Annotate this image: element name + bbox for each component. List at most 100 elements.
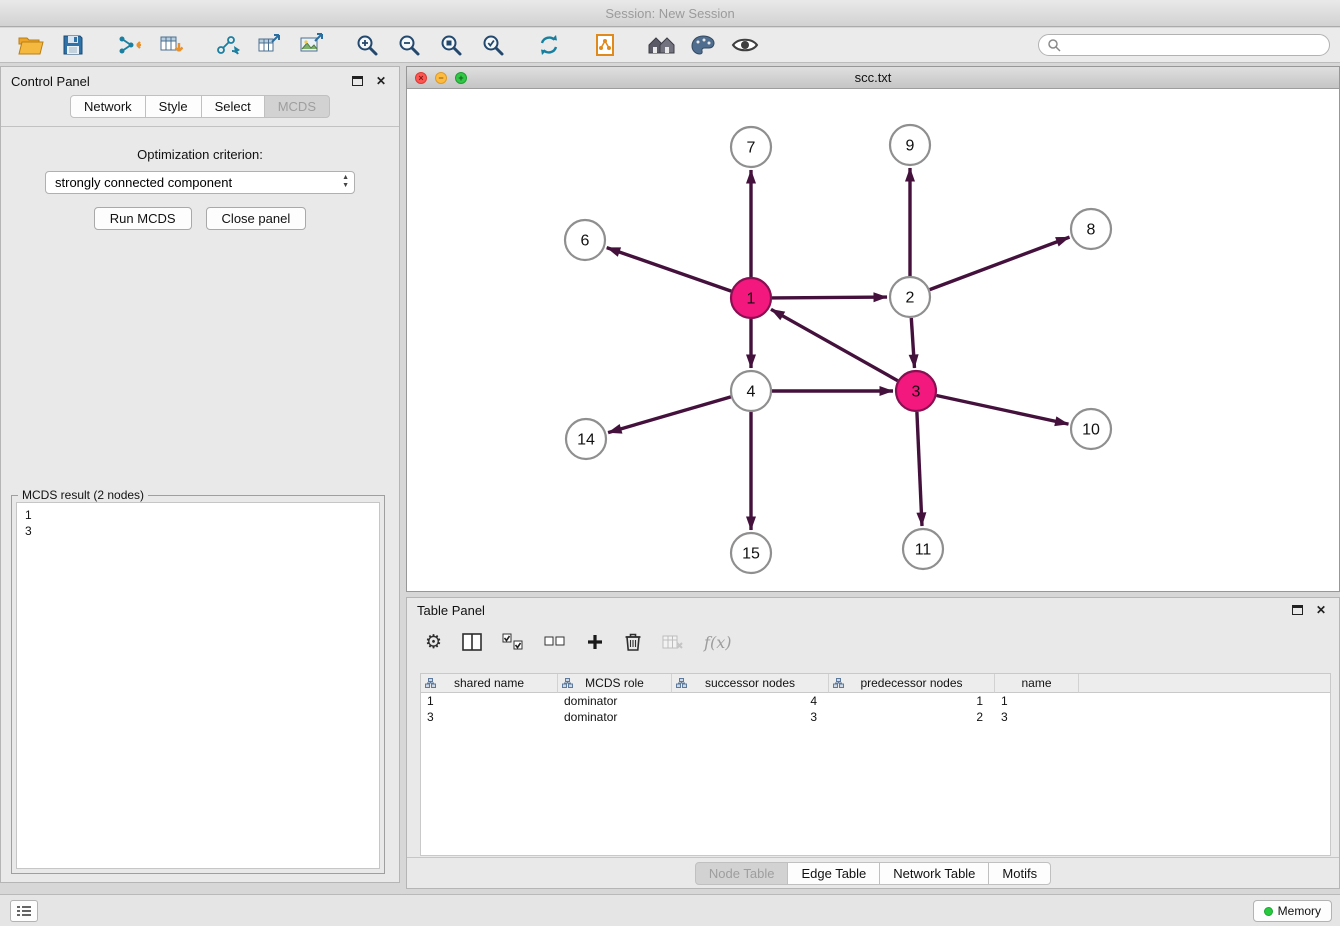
memory-button[interactable]: Memory <box>1253 900 1332 922</box>
column-header-label: name <box>1021 676 1051 690</box>
table-cell: 3 <box>672 709 829 725</box>
network-edge[interactable] <box>772 297 887 298</box>
delete-column-button[interactable] <box>624 632 642 652</box>
network-edge[interactable] <box>937 396 1069 425</box>
table-settings-button[interactable]: ⚙ <box>425 631 442 653</box>
zoom-selected-icon <box>481 33 505 57</box>
window-titlebar: Session: New Session <box>0 0 1340 27</box>
zoom-out-button[interactable] <box>388 30 430 60</box>
trash-icon <box>624 632 642 652</box>
first-neighbors-button[interactable] <box>584 30 626 60</box>
import-table-button[interactable] <box>150 30 192 60</box>
table-panel: Table Panel ✕ ⚙ <box>406 597 1340 889</box>
table-cell: 1 <box>421 693 558 709</box>
network-canvas[interactable]: 7968124314101511 <box>407 89 1339 591</box>
float-table-panel-icon[interactable] <box>1289 602 1305 618</box>
main-toolbar <box>0 28 1340 63</box>
save-session-button[interactable] <box>52 30 94 60</box>
select-all-columns-button[interactable] <box>502 633 524 651</box>
network-node-label: 9 <box>906 138 915 155</box>
network-node-label: 15 <box>742 546 760 563</box>
zoom-selected-button[interactable] <box>472 30 514 60</box>
tab-mcds[interactable]: MCDS <box>264 95 330 118</box>
network-edge[interactable] <box>608 397 731 433</box>
import-network-button[interactable] <box>108 30 150 60</box>
create-column-button[interactable] <box>586 633 604 651</box>
window-title: Session: New Session <box>605 6 734 21</box>
network-node-label: 8 <box>1087 222 1096 239</box>
network-window-titlebar[interactable]: × − + scc.txt <box>407 67 1339 89</box>
zoom-fit-icon <box>439 33 463 57</box>
column-header-predecessor-nodes[interactable]: predecessor nodes <box>829 674 995 693</box>
network-overview-button[interactable] <box>640 30 682 60</box>
network-view-window: × − + scc.txt 7968124314101511 <box>406 66 1340 592</box>
float-window-icon <box>352 76 363 86</box>
column-header-mcds-role[interactable]: MCDS role <box>558 674 672 693</box>
column-header-successor-nodes[interactable]: successor nodes <box>672 674 829 693</box>
apply-layout-button[interactable] <box>528 30 570 60</box>
table-row[interactable]: 1dominator411 <box>421 693 1330 709</box>
export-table-button[interactable] <box>248 30 290 60</box>
float-panel-icon[interactable] <box>349 73 365 89</box>
table-panel-title: Table Panel <box>417 603 485 618</box>
zoom-out-icon <box>397 33 421 57</box>
table-cell: 3 <box>421 709 558 725</box>
tab-select[interactable]: Select <box>201 95 265 118</box>
run-mcds-button[interactable]: Run MCDS <box>94 207 192 230</box>
plus-icon <box>586 633 604 651</box>
network-window-title: scc.txt <box>855 70 892 85</box>
graphics-details-button[interactable] <box>724 30 766 60</box>
close-table-panel-icon[interactable]: ✕ <box>1313 602 1329 618</box>
deselect-all-columns-button[interactable] <box>544 633 566 651</box>
network-edge[interactable] <box>917 412 922 526</box>
show-panel-button[interactable] <box>10 900 38 922</box>
tab-network-table[interactable]: Network Table <box>879 862 989 885</box>
network-node-label: 11 <box>915 542 932 559</box>
mcds-result-title: MCDS result (2 nodes) <box>18 488 148 502</box>
table-tabs: Node Table Edge Table Network Table Moti… <box>407 857 1339 888</box>
export-image-button[interactable] <box>290 30 332 60</box>
table-cell: 1 <box>829 693 995 709</box>
search-box[interactable] <box>1038 34 1330 56</box>
network-node-label: 3 <box>912 384 921 401</box>
search-input[interactable] <box>1061 38 1321 53</box>
column-header-name[interactable]: name <box>995 674 1079 693</box>
close-window-icon[interactable]: × <box>415 72 427 84</box>
close-panel-icon[interactable]: ✕ <box>373 73 389 89</box>
open-session-button[interactable] <box>10 30 52 60</box>
table-row[interactable]: 3dominator323 <box>421 709 1330 725</box>
maximize-window-icon[interactable]: + <box>455 72 467 84</box>
zoom-in-button[interactable] <box>346 30 388 60</box>
function-builder-button[interactable]: f(x) <box>704 633 731 652</box>
network-edge[interactable] <box>911 318 914 368</box>
refresh-icon <box>537 33 561 57</box>
network-edge[interactable] <box>771 309 898 380</box>
minimize-window-icon[interactable]: − <box>435 72 447 84</box>
show-columns-button[interactable] <box>462 633 482 651</box>
column-header-label: successor nodes <box>705 676 795 690</box>
delete-table-button[interactable] <box>662 633 684 651</box>
mcds-result-list[interactable]: 13 <box>16 502 380 869</box>
network-node-label: 1 <box>747 291 756 308</box>
tab-style[interactable]: Style <box>145 95 202 118</box>
tab-network[interactable]: Network <box>70 95 146 118</box>
network-node-label: 4 <box>747 384 756 401</box>
home-icon <box>646 33 676 57</box>
close-panel-button[interactable]: Close panel <box>206 207 307 230</box>
style-button[interactable] <box>682 30 724 60</box>
tab-edge-table[interactable]: Edge Table <box>787 862 880 885</box>
criterion-dropdown[interactable]: strongly connected component ▲▼ <box>45 171 355 194</box>
network-edge[interactable] <box>607 248 732 292</box>
tab-node-table[interactable]: Node Table <box>695 862 789 885</box>
column-type-icon <box>833 678 844 688</box>
network-node-label: 6 <box>581 233 590 250</box>
network-edge[interactable] <box>930 237 1070 290</box>
tab-motifs[interactable]: Motifs <box>988 862 1051 885</box>
column-header-label: shared name <box>454 676 524 690</box>
application-window: Session: New Session <box>0 0 1340 926</box>
table-toolbar: ⚙ f(x) <box>407 622 1339 662</box>
zoom-fit-button[interactable] <box>430 30 472 60</box>
criterion-dropdown-value: strongly connected component <box>55 175 232 190</box>
export-network-button[interactable] <box>206 30 248 60</box>
column-header-shared-name[interactable]: shared name <box>421 674 558 693</box>
